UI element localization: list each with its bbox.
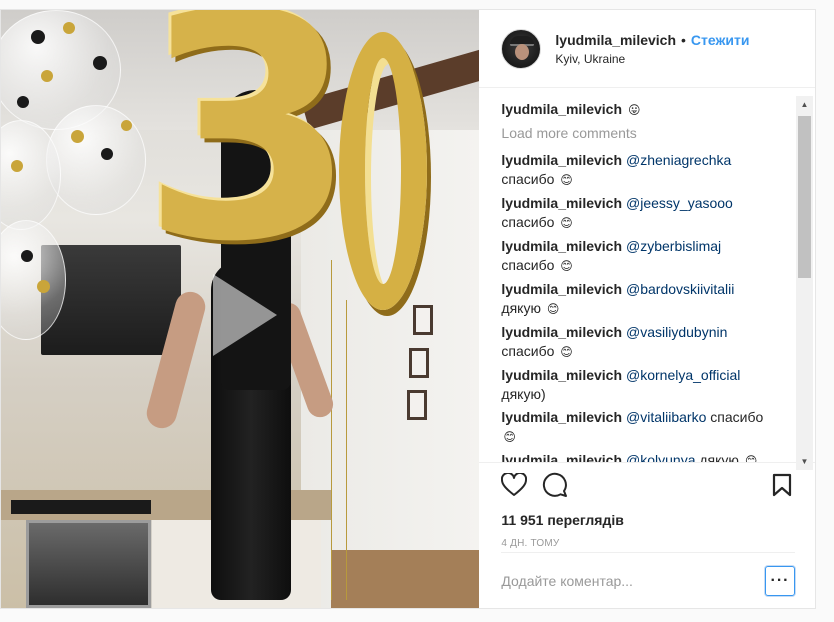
scene-picture-frame	[409, 348, 429, 378]
location-link[interactable]: Kyiv, Ukraine	[555, 52, 749, 66]
scene-picture-frame	[407, 390, 427, 420]
comment-mention[interactable]: @vasiliydubynin	[626, 324, 727, 340]
caption: lyudmila_milevich 😛	[501, 100, 791, 120]
balloon-string	[331, 260, 332, 600]
balloon-string	[346, 300, 347, 600]
comment-text: дякую)	[501, 386, 546, 402]
comment-mention[interactable]: @zyberbislimaj	[626, 238, 721, 254]
post-timestamp[interactable]: 4 ДН. ТОМУ	[479, 528, 815, 549]
comment-username[interactable]: lyudmila_milevich	[501, 152, 622, 168]
comment-emoji: 😊	[560, 345, 573, 359]
post-sidebar: lyudmila_milevich • Стежити Kyiv, Ukrain…	[479, 10, 815, 608]
follow-button[interactable]: Стежити	[691, 32, 750, 48]
comment-username[interactable]: lyudmila_milevich	[501, 409, 622, 425]
scene-cooktop	[11, 500, 151, 514]
comment-item: lyudmila_milevich @jeessy_yasooo спасибо …	[501, 194, 791, 233]
play-button[interactable]	[209, 272, 279, 358]
comment-username[interactable]: lyudmila_milevich	[501, 195, 622, 211]
speech-bubble-icon	[543, 472, 568, 497]
confetti-dot	[31, 30, 45, 44]
comment-username[interactable]: lyudmila_milevich	[501, 324, 622, 340]
comment-text: дякую	[501, 300, 541, 316]
scene-oven	[26, 520, 151, 608]
scroll-down-arrow-icon[interactable]: ▼	[796, 453, 813, 470]
header-username-link[interactable]: lyudmila_milevich	[555, 32, 676, 48]
confetti-dot	[101, 148, 113, 160]
comment-username[interactable]: lyudmila_milevich	[501, 367, 622, 383]
confetti-dot	[71, 130, 84, 143]
comment-button[interactable]	[542, 472, 568, 498]
comment-item: lyudmila_milevich @zheniagrechka спасибо …	[501, 151, 791, 190]
play-triangle-icon	[213, 274, 277, 356]
avatar[interactable]	[501, 28, 542, 69]
confetti-dot	[63, 22, 75, 34]
header-separator: •	[681, 31, 686, 48]
comment-username[interactable]: lyudmila_milevich	[501, 101, 622, 117]
load-more-comments-button[interactable]: Load more comments	[501, 124, 791, 143]
bookmark-icon	[772, 473, 792, 496]
comment-input[interactable]	[501, 572, 765, 589]
post-video[interactable]: 3	[1, 10, 480, 608]
comment-mention[interactable]: @vitaliibarko	[626, 409, 706, 425]
caption-emoji: 😛	[628, 103, 641, 117]
comment-username[interactable]: lyudmila_milevich	[501, 238, 622, 254]
post-header: lyudmila_milevich • Стежити Kyiv, Ukrain…	[479, 10, 815, 88]
comment-emoji: 😊	[744, 454, 758, 462]
comment-mention[interactable]: @zheniagrechka	[626, 152, 731, 168]
view-count[interactable]: 11 951 переглядів	[479, 506, 815, 528]
comment-text: спасибо	[710, 409, 764, 425]
scrollbar-thumb[interactable]	[798, 116, 811, 278]
balloon-number-three: 3	[141, 10, 357, 310]
comment-text: спасибо	[501, 171, 555, 187]
comments-scrollbar[interactable]: ▲ ▼	[796, 96, 813, 470]
comment-item: lyudmila_milevich @vitaliibarko спасибо 😊	[501, 408, 791, 447]
comment-mention[interactable]: @jeessy_yasooo	[626, 195, 733, 211]
comment-emoji: 😊	[560, 259, 573, 273]
comment-mention[interactable]: @bardovskiivitalii	[626, 281, 734, 297]
comments-list[interactable]: lyudmila_milevich 😛 Load more comments ly…	[479, 88, 815, 462]
action-bar	[479, 462, 815, 506]
comment-text: дякую	[699, 452, 739, 462]
scroll-up-arrow-icon[interactable]: ▲	[796, 96, 813, 113]
scene-picture-frame	[413, 305, 433, 335]
comment-item: lyudmila_milevich @bardovskiivitalii дяку…	[501, 280, 791, 319]
comment-username[interactable]: lyudmila_milevich	[501, 452, 622, 462]
confetti-dot	[93, 56, 107, 70]
comment-emoji: 😊	[560, 173, 573, 187]
comment-item: lyudmila_milevich @zyberbislimaj спасибо …	[501, 237, 791, 276]
confetti-dot	[17, 96, 29, 108]
comment-text: спасибо	[501, 343, 555, 359]
confetti-dot	[37, 280, 50, 293]
comment-text: спасибо	[501, 214, 555, 230]
comment-item: lyudmila_milevich @vasiliydubynin спасибо…	[501, 323, 791, 362]
confetti-dot	[21, 250, 33, 262]
comment-item: lyudmila_milevich @kornelya_official дяку…	[501, 366, 791, 404]
add-comment-bar: ···	[501, 552, 795, 608]
confetti-dot	[121, 120, 132, 131]
scene-floor	[331, 550, 480, 608]
comment-username[interactable]: lyudmila_milevich	[501, 281, 622, 297]
comment-item: lyudmila_milevich @kolyunya дякую 😊	[501, 451, 791, 462]
comment-mention[interactable]: @kornelya_official	[626, 367, 740, 383]
more-options-button[interactable]: ···	[765, 565, 795, 596]
like-button[interactable]	[501, 472, 528, 498]
confetti-dot	[41, 70, 53, 82]
balloon-number-zero	[339, 32, 427, 310]
comment-emoji: 😊	[503, 430, 516, 444]
comment-emoji: 😊	[560, 216, 573, 230]
heart-outline-icon	[501, 472, 528, 496]
post-card: 3 lyudmila_milevich • Стежити Kyiv, Ukra…	[0, 9, 816, 609]
save-button[interactable]	[769, 472, 795, 498]
comment-emoji: 😊	[546, 302, 560, 316]
confetti-dot	[11, 160, 23, 172]
comment-mention[interactable]: @kolyunya	[626, 452, 695, 462]
comment-text: спасибо	[501, 257, 555, 273]
